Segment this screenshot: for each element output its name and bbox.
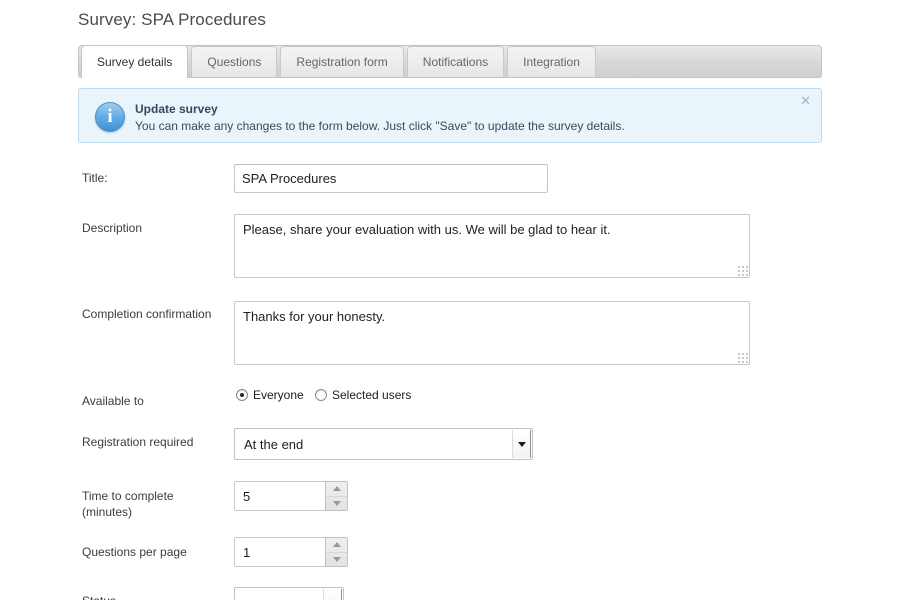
stepper-up-icon[interactable] xyxy=(326,482,347,497)
banner-title: Update survey xyxy=(135,102,218,116)
chevron-down-icon[interactable] xyxy=(512,430,531,458)
time-to-complete-label-line2: (minutes) xyxy=(82,505,133,519)
time-to-complete-label-line1: Time to complete xyxy=(82,489,174,503)
completion-confirmation-label: Completion confirmation xyxy=(82,307,212,321)
close-icon[interactable]: ✕ xyxy=(800,95,811,108)
time-to-complete-input[interactable] xyxy=(234,481,325,511)
tab-integration[interactable]: Integration xyxy=(507,46,596,77)
tab-label: Integration xyxy=(523,55,580,69)
available-to-label: Available to xyxy=(82,394,144,408)
stepper-down-icon[interactable] xyxy=(326,497,347,511)
tab-bar: Survey details Questions Registration fo… xyxy=(78,45,822,78)
stepper-down-icon[interactable] xyxy=(326,553,347,567)
radio-indicator xyxy=(315,389,327,401)
tab-survey-details[interactable]: Survey details xyxy=(81,45,189,78)
time-to-complete-stepper[interactable] xyxy=(234,481,348,511)
radio-indicator xyxy=(236,389,248,401)
radio-everyone[interactable]: Everyone xyxy=(236,388,304,402)
tab-questions[interactable]: Questions xyxy=(191,46,278,77)
description-textarea[interactable] xyxy=(234,214,750,278)
chevron-down-icon[interactable] xyxy=(323,589,342,600)
radio-label: Everyone xyxy=(253,388,304,402)
tab-label: Questions xyxy=(207,55,262,69)
stepper-buttons[interactable] xyxy=(325,537,348,567)
questions-per-page-label: Questions per page xyxy=(82,545,187,559)
tab-label: Notifications xyxy=(422,55,489,69)
tab-registration-form[interactable]: Registration form xyxy=(280,46,404,77)
info-icon: i xyxy=(95,102,125,132)
update-survey-banner: i Update survey You can make any changes… xyxy=(78,88,822,143)
title-input[interactable] xyxy=(234,164,548,193)
banner-message: You can make any changes to the form bel… xyxy=(135,119,625,133)
select-value: At the end xyxy=(244,436,304,452)
tab-label: Registration form xyxy=(296,55,388,69)
description-label: Description xyxy=(82,221,143,235)
page-title: Survey: SPA Procedures xyxy=(78,10,267,29)
tab-label: Survey details xyxy=(97,55,173,69)
questions-per-page-stepper[interactable] xyxy=(234,537,348,567)
radio-selected-users[interactable]: Selected users xyxy=(315,388,411,402)
stepper-up-icon[interactable] xyxy=(326,538,347,553)
stepper-buttons[interactable] xyxy=(325,481,348,511)
status-select[interactable] xyxy=(234,587,344,600)
title-label: Title: xyxy=(82,171,108,185)
registration-required-label: Registration required xyxy=(82,435,194,449)
tab-notifications[interactable]: Notifications xyxy=(406,46,505,77)
registration-required-select[interactable]: At the end xyxy=(234,428,533,460)
survey-details-page: Survey: SPA Procedures Survey details Qu… xyxy=(0,0,900,600)
questions-per-page-input[interactable] xyxy=(234,537,325,567)
time-to-complete-label: Time to complete (minutes) xyxy=(82,488,174,520)
radio-label: Selected users xyxy=(332,388,412,402)
status-label: Status xyxy=(82,593,116,600)
completion-confirmation-textarea[interactable] xyxy=(234,301,750,365)
